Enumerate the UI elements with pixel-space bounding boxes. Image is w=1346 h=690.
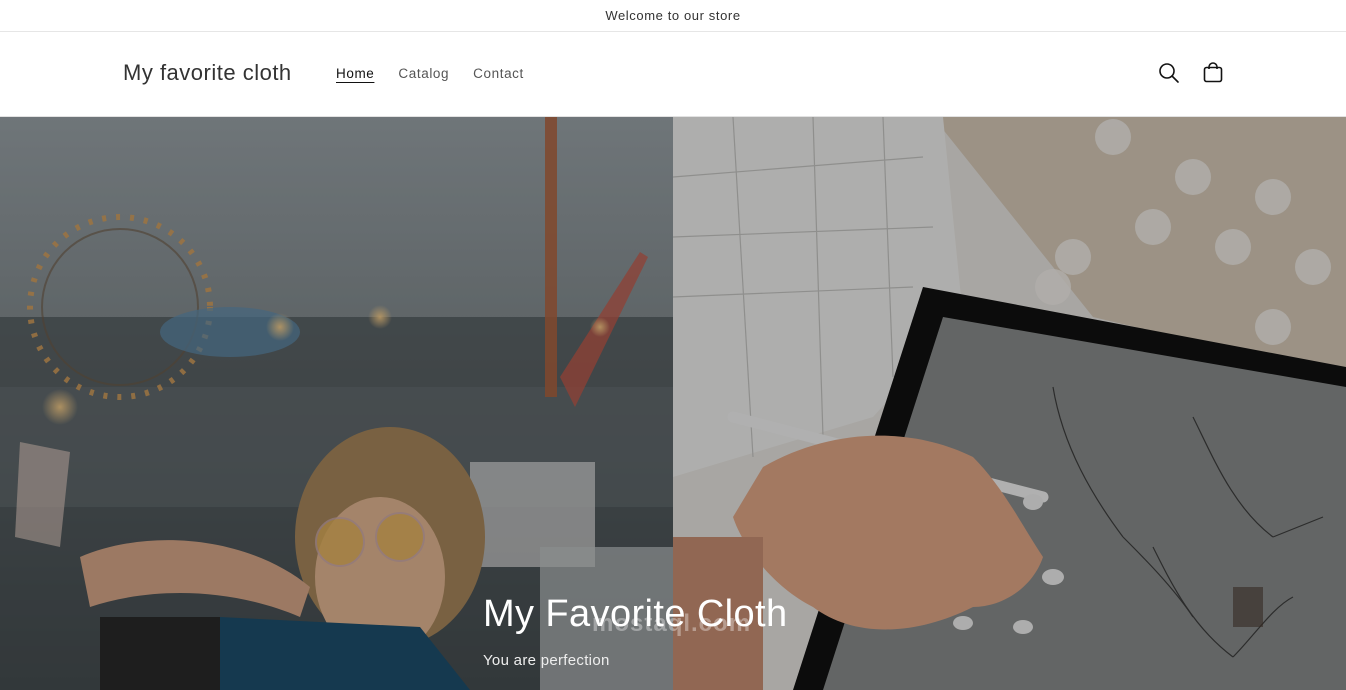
main-nav: Home Catalog Contact bbox=[336, 66, 524, 81]
search-icon bbox=[1159, 63, 1179, 83]
nav-home[interactable]: Home bbox=[336, 66, 374, 81]
announcement-text: Welcome to our store bbox=[605, 8, 741, 23]
cart-button[interactable] bbox=[1200, 60, 1226, 86]
nav-catalog[interactable]: Catalog bbox=[398, 66, 449, 81]
hero-subtitle: You are perfection bbox=[483, 652, 610, 669]
announcement-bar: Welcome to our store bbox=[0, 0, 1346, 32]
store-logo[interactable]: My favorite cloth bbox=[123, 60, 292, 86]
watermark: mostaql.com bbox=[592, 610, 752, 637]
nav-contact[interactable]: Contact bbox=[473, 66, 524, 81]
search-button[interactable] bbox=[1156, 60, 1182, 86]
cart-icon bbox=[1203, 62, 1223, 83]
site-header: My favorite cloth Home Catalog Contact bbox=[0, 32, 1346, 117]
hero-banner: My Favorite Cloth You are perfection bbox=[0, 117, 1346, 690]
